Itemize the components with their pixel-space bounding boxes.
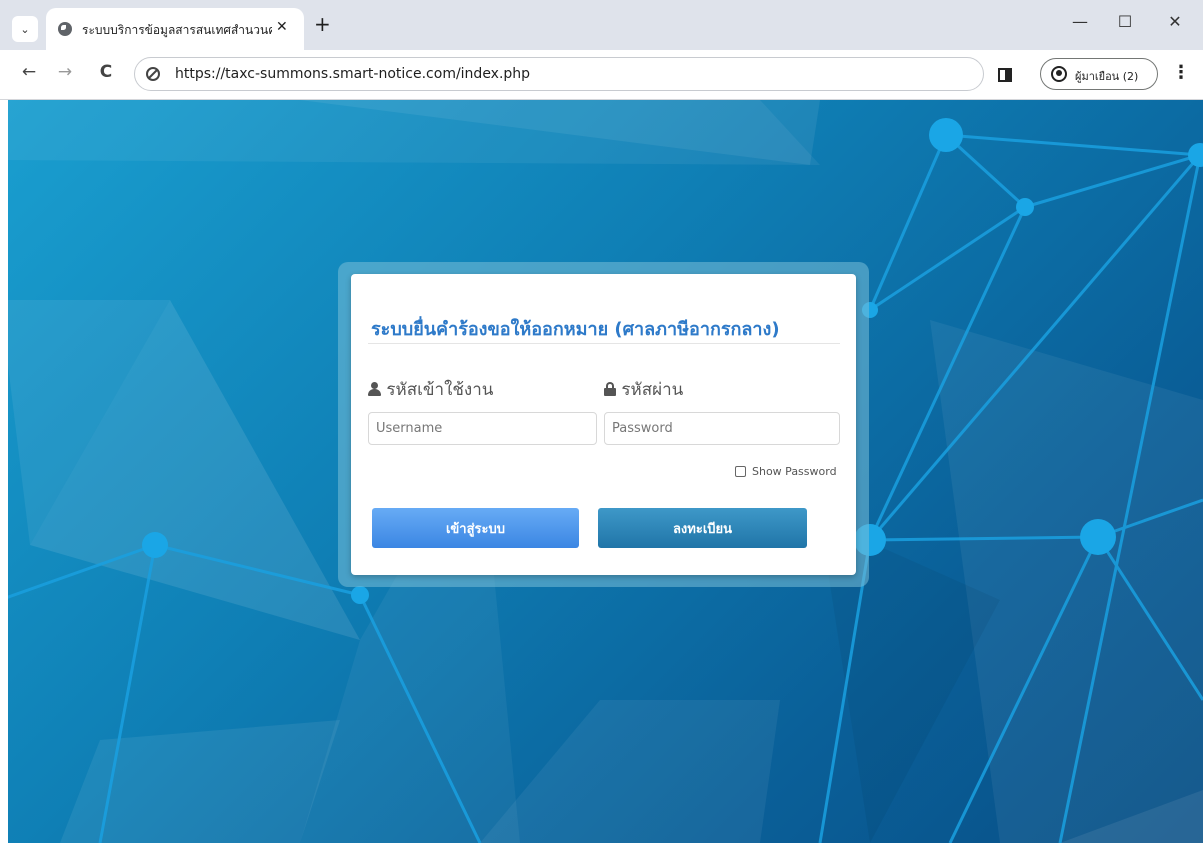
password-input[interactable]	[604, 412, 840, 445]
login-card-frame: ระบบยื่นคำร้องขอให้ออกหมาย (ศาลภาษีอากรก…	[338, 262, 869, 587]
maximize-button[interactable]: ☐	[1110, 12, 1140, 31]
profile-button[interactable]: ผู้มาเยือน (2)	[1040, 58, 1158, 90]
title-divider	[368, 343, 840, 344]
profile-label: ผู้มาเยือน (2)	[1075, 70, 1139, 83]
show-password-toggle[interactable]: Show Password	[735, 465, 837, 478]
show-password-checkbox[interactable]	[735, 466, 746, 477]
show-password-label: Show Password	[752, 465, 837, 478]
page-viewport: ระบบยื่นคำร้องขอให้ออกหมาย (ศาลภาษีอากรก…	[0, 100, 1203, 843]
reload-button[interactable]: C	[95, 62, 117, 82]
tab-list-button[interactable]: ⌄	[12, 16, 38, 42]
browser-tab[interactable]: ระบบบริการข้อมูลสารสนเทศสำนวนค ✕	[46, 8, 304, 50]
browser-menu-icon[interactable]: ⋮	[1172, 64, 1190, 82]
minimize-button[interactable]: —	[1065, 12, 1095, 31]
password-label: รหัสผ่าน	[604, 376, 683, 403]
browser-toolbar: ← → C https://taxc-summons.smart-notice.…	[0, 50, 1203, 100]
browser-titlebar: ⌄ ระบบบริการข้อมูลสารสนเทศสำนวนค ✕ + — ☐…	[0, 0, 1203, 50]
password-label-text: รหัสผ่าน	[621, 380, 684, 400]
page-title: ระบบยื่นคำร้องขอให้ออกหมาย (ศาลภาษีอากรก…	[371, 319, 780, 340]
forward-button[interactable]: →	[54, 62, 76, 82]
new-tab-button[interactable]: +	[314, 14, 331, 34]
url-text[interactable]: https://taxc-summons.smart-notice.com/in…	[175, 66, 530, 82]
back-button[interactable]: ←	[18, 62, 40, 82]
side-panel-icon[interactable]	[998, 68, 1012, 82]
page-left-margin	[0, 100, 8, 843]
tab-close-icon[interactable]: ✕	[276, 19, 288, 35]
user-icon	[368, 382, 381, 396]
profile-icon	[1051, 66, 1067, 82]
address-bar[interactable]: https://taxc-summons.smart-notice.com/in…	[134, 57, 984, 91]
tab-title: ระบบบริการข้อมูลสารสนเทศสำนวนค	[82, 23, 272, 37]
site-info-icon[interactable]	[146, 67, 160, 81]
username-label-text: รหัสเข้าใช้งาน	[386, 380, 494, 400]
username-input[interactable]	[368, 412, 597, 445]
username-label: รหัสเข้าใช้งาน	[368, 376, 493, 403]
login-button[interactable]: เข้าสู่ระบบ	[372, 508, 579, 548]
register-button[interactable]: ลงทะเบียน	[598, 508, 807, 548]
globe-icon	[58, 22, 72, 36]
login-card: ระบบยื่นคำร้องขอให้ออกหมาย (ศาลภาษีอากรก…	[351, 274, 856, 575]
lock-icon	[604, 382, 616, 396]
window-close-button[interactable]: ✕	[1160, 12, 1190, 31]
